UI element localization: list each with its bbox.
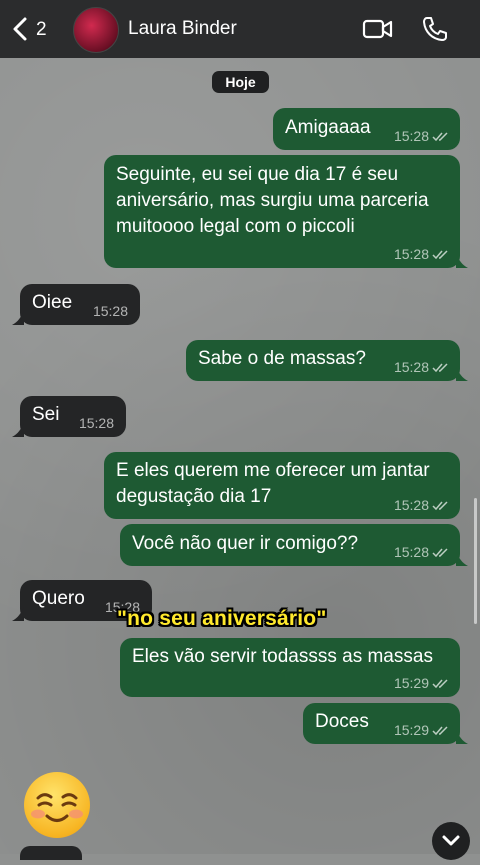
- outgoing-message[interactable]: Eles vão servir todassss as massas 15:29: [120, 638, 460, 697]
- message-text: Amigaaaa: [285, 117, 371, 138]
- message-text: Oiee: [32, 292, 73, 313]
- message-text: E eles querem me oferecer um jantar degu…: [116, 458, 430, 510]
- bubble-tail: [456, 730, 468, 744]
- message-text: Quero: [32, 588, 85, 609]
- message-meta: 15:28: [93, 303, 128, 319]
- double-check-icon: [432, 249, 448, 259]
- outgoing-message[interactable]: Sabe o de massas? 15:28: [186, 340, 460, 381]
- scrollbar[interactable]: [474, 498, 477, 624]
- message-text: Seguinte, eu sei que dia 17 é seu aniver…: [116, 162, 429, 240]
- message-meta: 15:29: [394, 675, 450, 691]
- message-meta: 15:29: [394, 722, 450, 738]
- bubble-tail: [12, 607, 24, 621]
- message-meta: 15:28: [394, 128, 450, 144]
- incoming-message[interactable]: Sei 15:28: [20, 396, 126, 437]
- chevron-down-icon: [442, 835, 460, 846]
- double-check-icon: [432, 547, 448, 557]
- message-line: Seguinte, eu sei que dia 17 é seu: [116, 164, 399, 185]
- message-time: 15:28: [393, 128, 429, 144]
- message-line: muitoooo legal com o piccoli: [116, 216, 355, 237]
- scroll-to-bottom-button[interactable]: [432, 822, 470, 860]
- bubble-tail: [12, 423, 24, 437]
- message-meta: 15:28: [394, 544, 450, 560]
- bubble-tail: [456, 552, 468, 566]
- message-meta: 15:28: [394, 246, 450, 262]
- message-text: Eles vão servir todassss as massas: [132, 646, 433, 667]
- message-line: aniversário, mas surgiu uma parceria: [116, 190, 429, 211]
- message-text: Sei: [32, 404, 60, 425]
- outgoing-message[interactable]: Amigaaaa 15:28: [273, 108, 460, 150]
- message-time: 15:28: [393, 497, 429, 513]
- double-check-icon: [432, 362, 448, 372]
- bubble-tail: [456, 254, 468, 268]
- message-line: E eles querem me oferecer um jantar: [116, 460, 430, 481]
- chevron-left-icon[interactable]: [10, 16, 32, 42]
- bubble-tail: [456, 367, 468, 381]
- message-text: Você não quer ir comigo??: [132, 533, 359, 554]
- outgoing-message[interactable]: Seguinte, eu sei que dia 17 é seu aniver…: [104, 155, 460, 268]
- outgoing-message[interactable]: E eles querem me oferecer um jantar degu…: [104, 452, 460, 519]
- incoming-message-partial[interactable]: [20, 846, 82, 860]
- contact-name[interactable]: Laura Binder: [128, 18, 237, 40]
- message-text: Sabe o de massas?: [198, 348, 366, 369]
- bubble-tail: [12, 311, 24, 325]
- double-check-icon: [432, 500, 448, 510]
- emoji-features: [31, 793, 83, 822]
- phone-icon[interactable]: [421, 15, 449, 43]
- message-meta: 15:28: [79, 415, 114, 431]
- message-time: 15:28: [393, 246, 429, 262]
- message-time: 15:29: [393, 722, 429, 738]
- message-time: 15:28: [78, 415, 114, 431]
- date-chip: Hoje: [212, 71, 269, 93]
- message-meta: 15:28: [394, 497, 450, 513]
- chat-header: 2 Laura Binder: [0, 0, 480, 58]
- message-time: 15:29: [393, 675, 429, 691]
- message-time: 15:28: [393, 359, 429, 375]
- message-meta: 15:28: [394, 359, 450, 375]
- video-camera-icon[interactable]: [362, 17, 394, 41]
- incoming-message[interactable]: Oiee 15:28: [20, 284, 140, 325]
- double-check-icon: [432, 131, 448, 141]
- smiling-face-emoji[interactable]: [24, 772, 90, 838]
- double-check-icon: [432, 725, 448, 735]
- double-check-icon: [432, 678, 448, 688]
- video-caption: "no seu aniversário": [117, 607, 327, 630]
- contact-avatar[interactable]: [73, 7, 119, 53]
- message-line: degustação dia 17: [116, 486, 272, 507]
- back-unread-count[interactable]: 2: [36, 19, 47, 41]
- message-time: 15:28: [393, 544, 429, 560]
- outgoing-message[interactable]: Doces 15:29: [303, 703, 460, 744]
- outgoing-message[interactable]: Você não quer ir comigo?? 15:28: [120, 524, 460, 566]
- message-time: 15:28: [92, 303, 128, 319]
- message-text: Doces: [315, 711, 369, 732]
